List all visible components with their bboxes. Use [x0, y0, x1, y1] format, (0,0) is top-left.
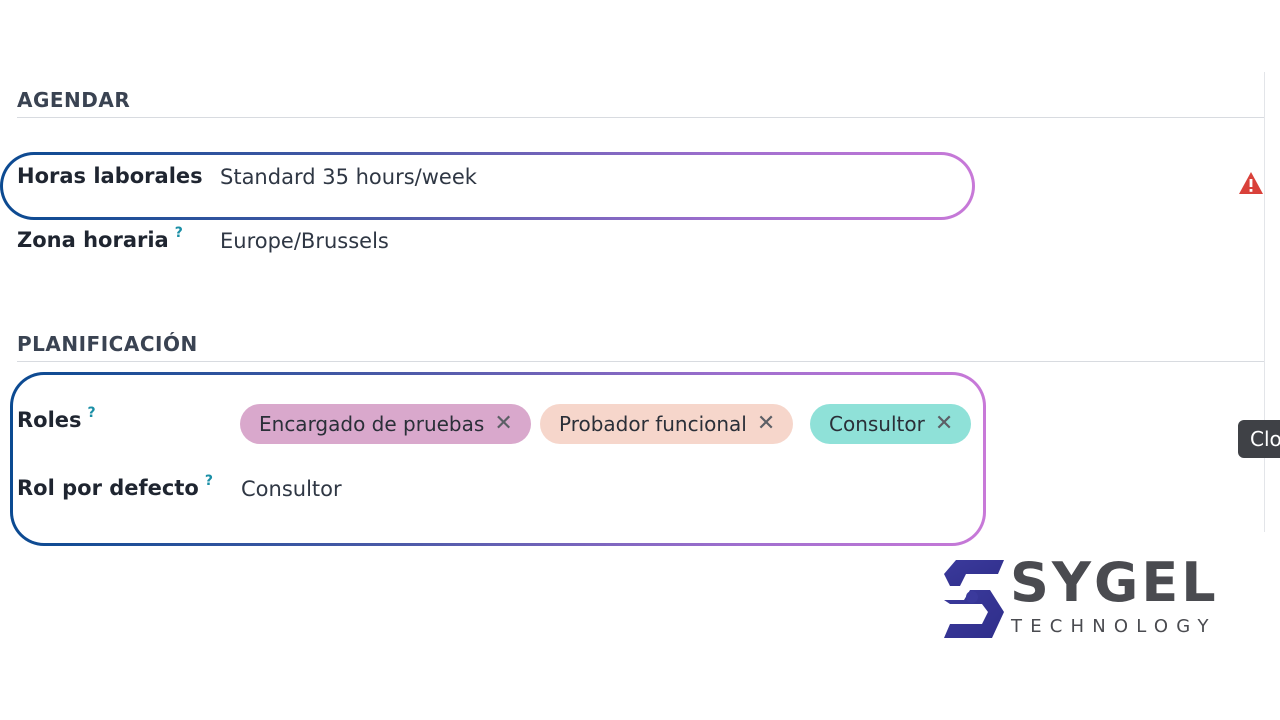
- highlight-planning: [10, 372, 986, 546]
- default-role-field[interactable]: Consultor: [241, 477, 342, 501]
- remove-tag-icon[interactable]: ✕: [494, 413, 512, 435]
- timezone-label: Zona horaria?: [17, 225, 183, 252]
- remove-tag-icon[interactable]: ✕: [935, 413, 953, 435]
- role-tag-label: Consultor: [829, 412, 925, 436]
- role-tag-label: Encargado de pruebas: [259, 412, 485, 436]
- form-view: AGENDAR Horas laborales Standard 35 hour…: [0, 0, 1280, 720]
- roles-label: Roles?: [17, 405, 96, 432]
- role-tag-label: Probador funcional: [559, 412, 747, 436]
- timezone-field[interactable]: Europe/Brussels: [220, 229, 389, 253]
- warning-triangle-icon[interactable]: [1238, 170, 1264, 196]
- default-role-label-text: Rol por defecto: [17, 476, 199, 500]
- help-icon[interactable]: ?: [88, 405, 96, 421]
- role-tag-encargado-de-pruebas[interactable]: Encargado de pruebas ✕: [240, 404, 531, 444]
- role-tag-consultor[interactable]: Consultor ✕: [810, 404, 972, 444]
- logo-tagline: TECHNOLOGY: [1011, 616, 1217, 637]
- sygel-logo-icon: [944, 560, 1004, 638]
- default-role-label: Rol por defecto?: [17, 473, 213, 500]
- logo-wordmark: SYGEL: [1010, 551, 1219, 614]
- section-divider: [17, 117, 1264, 118]
- section-title-planificacion: PLANIFICACIÓN: [17, 332, 198, 356]
- panel-border: [1264, 72, 1265, 532]
- section-title-agendar: AGENDAR: [17, 88, 131, 112]
- help-icon[interactable]: ?: [175, 225, 183, 241]
- working-hours-label: Horas laborales: [17, 164, 203, 188]
- roles-label-text: Roles: [17, 408, 82, 432]
- working-hours-field[interactable]: Standard 35 hours/week: [220, 165, 477, 189]
- remove-tag-icon[interactable]: ✕: [757, 413, 775, 435]
- section-divider: [17, 361, 1264, 362]
- role-tag-probador-funcional[interactable]: Probador funcional ✕: [540, 404, 794, 444]
- timezone-label-text: Zona horaria: [17, 228, 169, 252]
- help-icon[interactable]: ?: [205, 473, 213, 489]
- tooltip: Clo: [1238, 420, 1280, 458]
